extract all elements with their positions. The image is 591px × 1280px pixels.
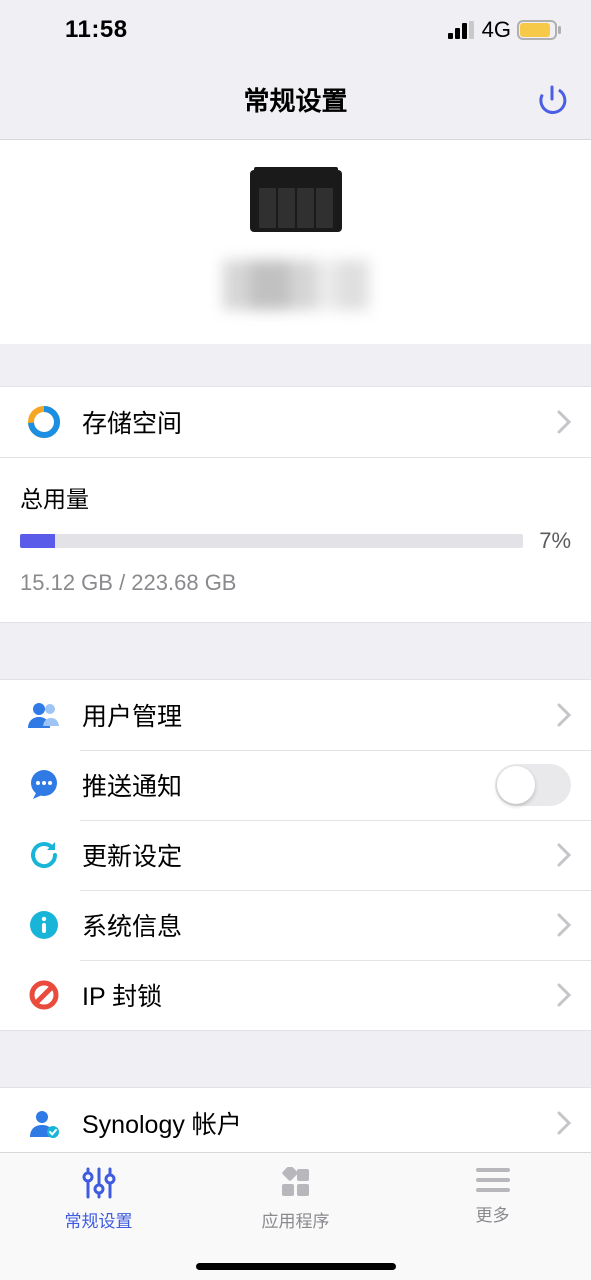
storage-section: 存储空间 — [0, 386, 591, 458]
chat-icon — [20, 770, 68, 800]
battery-icon — [517, 20, 561, 40]
block-icon — [20, 980, 68, 1010]
storage-row[interactable]: 存储空间 — [0, 387, 591, 457]
chevron-right-icon — [557, 983, 571, 1007]
push-toggle[interactable] — [495, 764, 571, 806]
row-synoacct-label: Synology 帐户 — [82, 1105, 557, 1141]
row-ipblock[interactable]: IP 封锁 — [0, 960, 591, 1030]
tab-general-label: 常规设置 — [65, 1207, 133, 1232]
row-users[interactable]: 用户管理 — [0, 680, 591, 750]
tab-general[interactable]: 常规设置 — [0, 1153, 197, 1280]
status-bar: 11:58 4G — [0, 0, 591, 60]
row-sysinfo-label: 系统信息 — [82, 907, 557, 943]
sliders-icon — [82, 1167, 116, 1199]
storage-usage: 总用量 7% 15.12 GB / 223.68 GB — [0, 458, 591, 623]
device-name-redacted — [223, 260, 369, 310]
page-title: 常规设置 — [243, 81, 347, 118]
account-icon — [20, 1107, 68, 1139]
nav-bar: 常规设置 — [0, 60, 591, 140]
nas-image — [250, 170, 342, 232]
cellular-icon — [448, 21, 476, 39]
storage-bar — [20, 534, 523, 548]
chevron-right-icon — [557, 1111, 571, 1135]
refresh-icon — [20, 839, 68, 871]
tab-bar: 常规设置 应用程序 更多 — [0, 1152, 591, 1280]
row-update[interactable]: 更新设定 — [0, 820, 591, 890]
tab-apps-label: 应用程序 — [262, 1207, 330, 1232]
storage-usage-title: 总用量 — [20, 480, 571, 514]
row-users-label: 用户管理 — [82, 697, 557, 733]
apps-icon — [280, 1167, 312, 1199]
home-indicator — [196, 1263, 396, 1270]
info-icon — [20, 910, 68, 940]
storage-label: 存储空间 — [82, 404, 557, 440]
storage-icon — [20, 405, 68, 439]
tab-more-label: 更多 — [476, 1201, 510, 1226]
status-time: 11:58 — [65, 16, 128, 44]
storage-detail: 15.12 GB / 223.68 GB — [20, 570, 571, 596]
storage-percent: 7% — [539, 528, 571, 554]
row-update-label: 更新设定 — [82, 837, 557, 873]
menu-icon — [476, 1167, 510, 1193]
power-icon — [535, 83, 569, 117]
users-icon — [20, 700, 68, 730]
row-push-label: 推送通知 — [82, 767, 495, 803]
chevron-right-icon — [557, 913, 571, 937]
device-header — [0, 140, 591, 344]
row-push: 推送通知 — [0, 750, 591, 820]
settings-list-1: 用户管理 推送通知 更新设定 系统信息 IP 封锁 — [0, 679, 591, 1031]
status-network: 4G — [482, 17, 511, 43]
row-ipblock-label: IP 封锁 — [82, 977, 557, 1013]
chevron-right-icon — [557, 410, 571, 434]
tab-more[interactable]: 更多 — [394, 1153, 591, 1280]
power-button[interactable] — [535, 83, 569, 117]
status-right: 4G — [448, 17, 561, 43]
row-sysinfo[interactable]: 系统信息 — [0, 890, 591, 960]
chevron-right-icon — [557, 843, 571, 867]
row-synoacct[interactable]: Synology 帐户 — [0, 1088, 591, 1158]
chevron-right-icon — [557, 703, 571, 727]
tab-apps[interactable]: 应用程序 — [197, 1153, 394, 1280]
